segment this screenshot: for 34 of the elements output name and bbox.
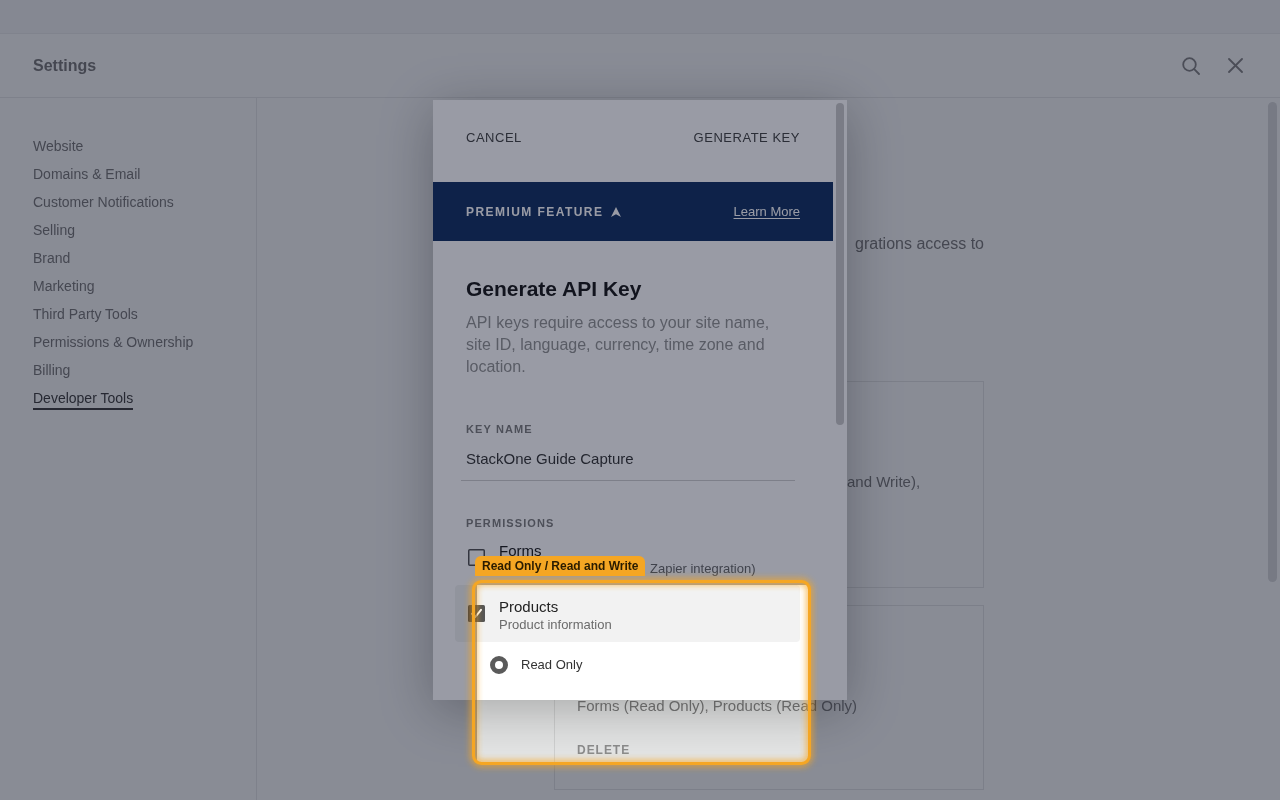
key-name-field[interactable]: StackOne Guide Capture <box>461 445 795 481</box>
scrollbar[interactable] <box>836 103 844 425</box>
sidebar-item[interactable]: Third Party Tools <box>33 300 138 326</box>
dialog-description: API keys require access to your site name, site ID, language, currency, time zone and location. <box>466 313 771 377</box>
permission-description: Zapier integration) <box>650 561 756 577</box>
radio-button[interactable] <box>490 656 508 674</box>
sidebar-item[interactable]: Website <box>33 132 84 158</box>
field-label: KEY NAME <box>466 422 533 436</box>
generate-key-button[interactable]: GENERATE KEY <box>693 130 800 146</box>
up-arrow-icon <box>611 206 622 217</box>
dialog-title: Generate API Key <box>466 276 642 302</box>
delete-button[interactable]: DELETE <box>577 742 631 758</box>
search-icon[interactable] <box>1182 56 1200 75</box>
sidebar-item[interactable]: Selling <box>33 216 76 242</box>
sidebar-item[interactable]: Marketing <box>33 272 95 298</box>
premium-label: PREMIUM FEATURE <box>466 203 604 220</box>
sidebar-item[interactable]: Brand <box>33 244 71 270</box>
sidebar-item[interactable]: Permissions & Ownership <box>33 328 194 354</box>
option-label: Read Only <box>521 657 583 673</box>
sidebar-item[interactable]: Billing <box>33 356 71 382</box>
intro-text: grations access to <box>855 234 984 254</box>
sidebar-item[interactable]: Customer Notifications <box>33 188 174 214</box>
learn-more-link[interactable]: Learn More <box>733 202 800 221</box>
card-text: and Write), <box>847 472 921 492</box>
cancel-button[interactable]: CANCEL <box>466 130 522 146</box>
sidebar-item[interactable]: Developer Tools <box>33 384 134 410</box>
close-icon[interactable] <box>1228 58 1243 73</box>
section-label: PERMISSIONS <box>466 516 555 530</box>
guide-tag: Read Only / Read and Write <box>475 556 646 576</box>
permission-name: Products <box>499 597 559 617</box>
settings-title: Settings <box>33 55 97 76</box>
permission-row[interactable]: Products Product information <box>455 585 800 642</box>
permission-description: Product information <box>499 617 612 633</box>
sidebar-item[interactable]: Domains & Email <box>33 160 141 186</box>
